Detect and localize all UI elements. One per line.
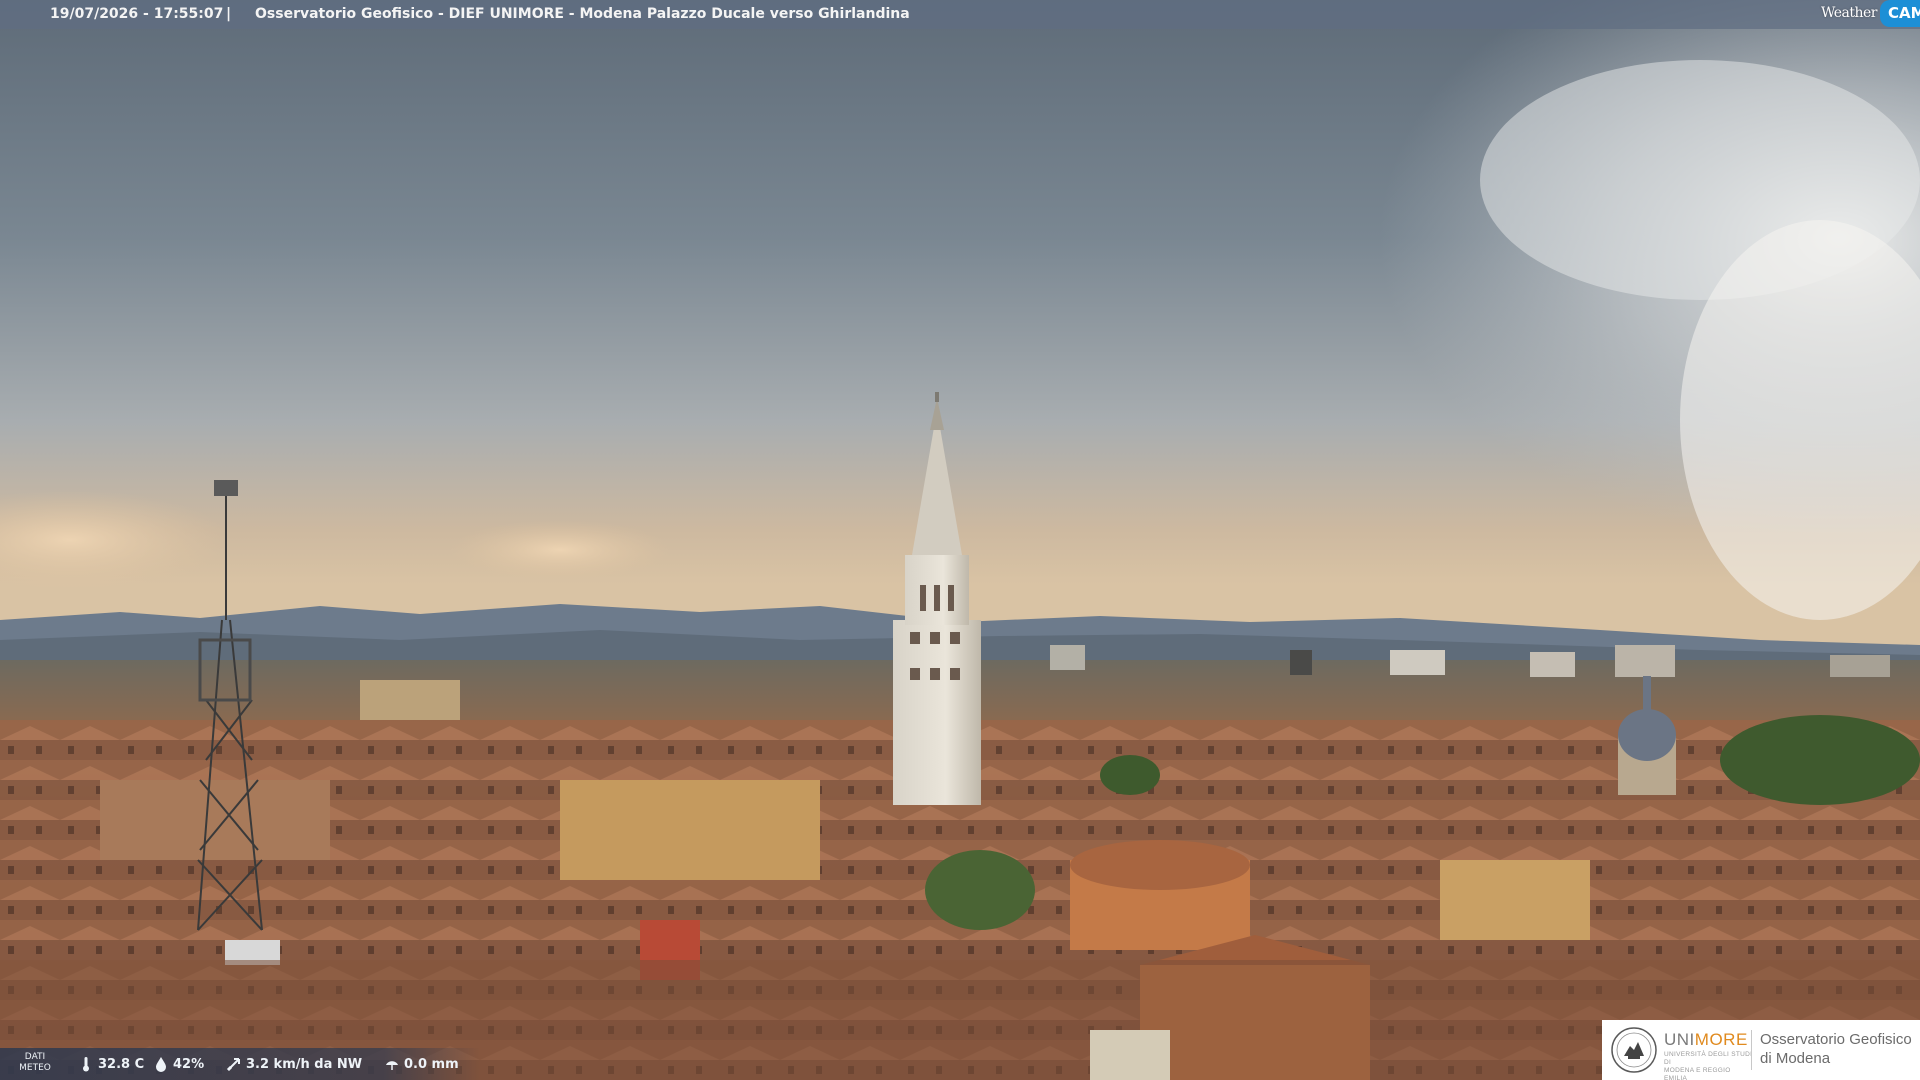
logo-divider [1751, 1030, 1752, 1070]
webcam-frame: 19/07/2026 - 17:55:07 | Osservatorio Geo… [0, 0, 1920, 1080]
weather-data-label: DATI METEO [18, 1052, 52, 1074]
thermometer-icon [83, 1057, 89, 1072]
wind-value: 3.2 km/h da NW [246, 1056, 363, 1072]
unimore-subtitle: UNIVERSITÀ DEGLI STUDI DI MODENA E REGGI… [1664, 1051, 1754, 1080]
rain-value: 0.0 mm [404, 1056, 459, 1072]
weather-data-bar: DATI METEO 32.8 C 42% 3.2 km/h da NW 0.0… [0, 1048, 480, 1080]
unimore-wordmark-more: MORE [1694, 1030, 1748, 1049]
unimore-subtitle-line2: MODENA E REGGIO EMILIA [1664, 1067, 1731, 1080]
webcam-header-bar: 19/07/2026 - 17:55:07 | Osservatorio Geo… [0, 0, 1920, 29]
unimore-seal-icon [1611, 1027, 1657, 1073]
humidity-drop-icon [156, 1057, 166, 1072]
unimore-wordmark: UNIMORE [1664, 1031, 1748, 1049]
wind-reading: 3.2 km/h da NW [226, 1048, 362, 1080]
header-separator: | [226, 6, 232, 22]
weathercam-logo: Weather CAM [1817, 0, 1920, 27]
weathercam-logo-word: Weather [1821, 5, 1878, 21]
timestamp: 19/07/2026 - 17:55:07 [50, 6, 224, 22]
humidity-reading: 42% [153, 1048, 204, 1080]
observatory-name-line2: di Modena [1760, 1050, 1831, 1067]
observatory-name: Osservatorio Geofisico di Modena [1760, 1030, 1912, 1068]
unimore-logo-box: UNIMORE UNIVERSITÀ DEGLI STUDI DI MODENA… [1602, 1020, 1920, 1080]
temperature-value: 32.8 C [98, 1056, 145, 1072]
wind-direction-icon [226, 1058, 240, 1072]
rain-reading: 0.0 mm [384, 1048, 459, 1080]
weather-data-label-line2: METEO [19, 1063, 51, 1073]
observatory-name-line1: Osservatorio Geofisico [1760, 1031, 1912, 1048]
rain-gauge-icon [386, 1061, 398, 1070]
camera-title: Osservatorio Geofisico - DIEF UNIMORE - … [255, 6, 910, 22]
weather-data-label-line1: DATI [24, 1052, 46, 1062]
weathercam-logo-cam: CAM [1880, 0, 1920, 27]
temperature-reading: 32.8 C [78, 1048, 144, 1080]
webcam-scene [0, 0, 1920, 1080]
unimore-subtitle-line1: UNIVERSITÀ DEGLI STUDI DI [1664, 1051, 1753, 1066]
unimore-wordmark-uni: UNI [1664, 1030, 1695, 1049]
humidity-value: 42% [173, 1056, 205, 1072]
